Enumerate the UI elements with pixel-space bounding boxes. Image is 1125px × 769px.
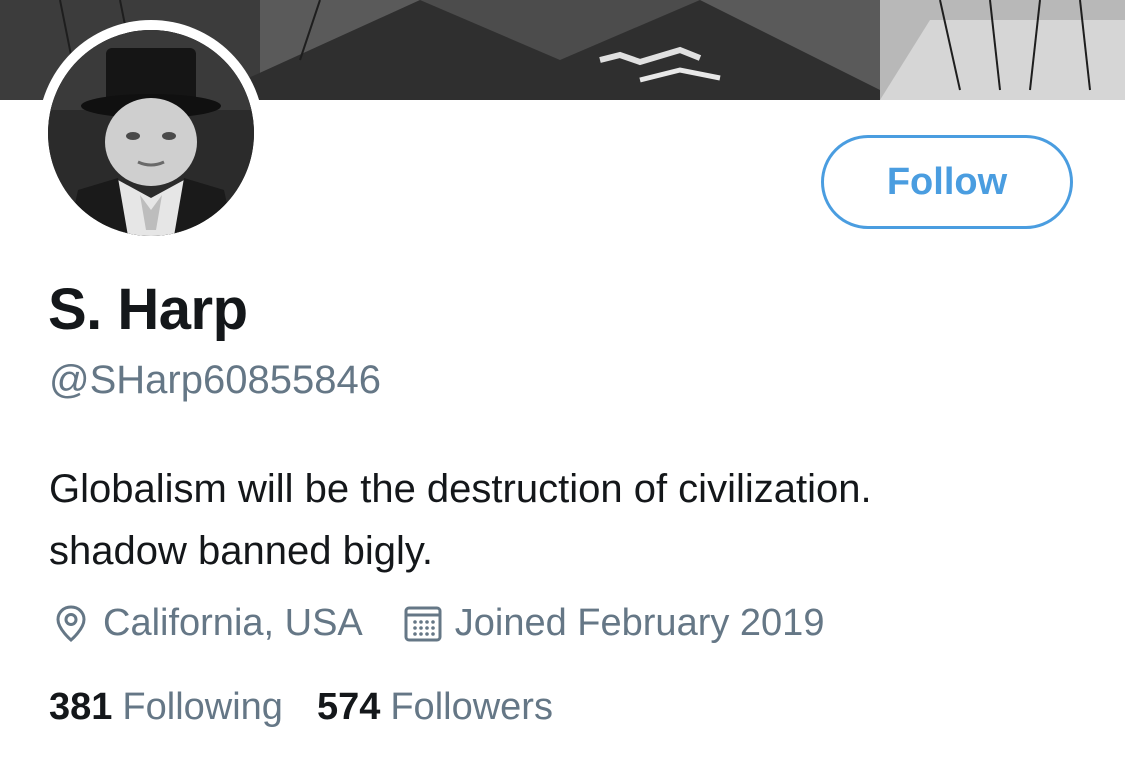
location-item: California, USA [49,601,363,645]
joined-text: Joined February 2019 [454,601,825,644]
profile-stats: 381 Following 574 Followers [49,684,553,730]
bio-line: Globalism will be the destruction of civ… [49,467,872,511]
avatar-frame [38,20,264,246]
avatar[interactable] [48,30,254,236]
bio-line: shadow banned bigly. [49,529,433,573]
followers-label: Followers [390,685,553,728]
following-label: Following [122,685,283,728]
follow-button[interactable]: Follow [821,135,1073,229]
followers-link[interactable]: 574 Followers [317,686,553,729]
user-handle: @SHarp60855846 [49,358,381,402]
avatar-image [48,30,254,236]
following-link[interactable]: 381 Following [49,686,283,729]
profile-header: Follow S. Harp @SHarp60855846 Globalism … [0,0,1125,769]
profile-bio: Globalism will be the destruction of civ… [49,458,1089,582]
calendar-icon [401,601,445,645]
location-pin-icon [49,601,93,645]
profile-meta: California, USA Joined February 2019 [49,600,824,646]
location-text: California, USA [103,601,363,644]
followers-count: 574 [316,685,381,728]
display-name: S. Harp [48,277,248,342]
joined-item: Joined February 2019 [401,601,825,645]
following-count: 381 [49,685,113,728]
